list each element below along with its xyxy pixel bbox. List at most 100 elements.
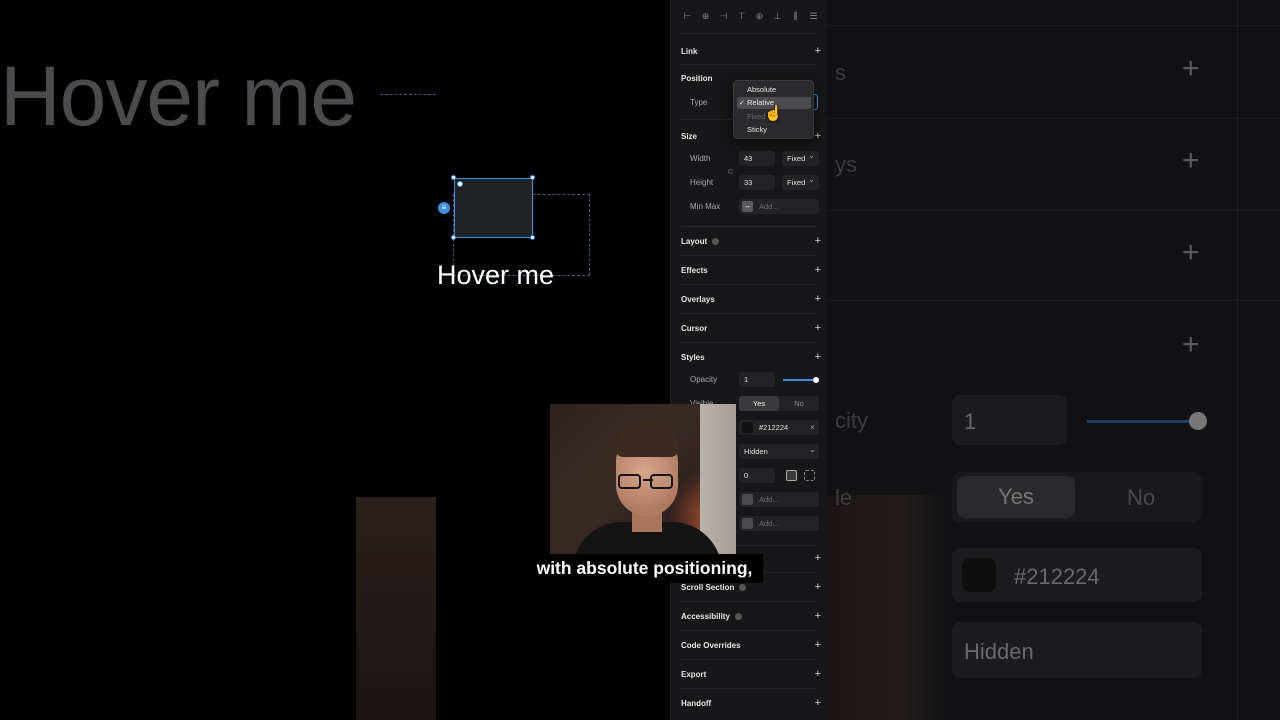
background-fragment: s xyxy=(835,60,846,85)
align-left-icon[interactable]: ⊢ xyxy=(681,10,694,23)
add-icon[interactable]: + xyxy=(815,235,821,247)
section-accessibility[interactable]: Accessibility + xyxy=(681,610,821,622)
align-right-icon[interactable]: ⊣ xyxy=(717,10,730,23)
add-icon[interactable]: + xyxy=(815,293,821,305)
glasses-bridge xyxy=(643,479,653,481)
width-mode-select[interactable]: Fixed xyxy=(782,148,819,166)
background-fill-swatch xyxy=(962,558,996,592)
section-handoff[interactable]: Handoff + xyxy=(681,697,821,709)
add-icon[interactable]: + xyxy=(815,45,821,57)
section-label: Accessibility xyxy=(681,611,730,621)
section-code-overrides[interactable]: Code Overrides + xyxy=(681,639,821,651)
type-label: Type xyxy=(690,98,708,107)
divider xyxy=(681,284,818,285)
background-opacity-box: 1 xyxy=(952,395,1067,445)
divider xyxy=(681,226,818,227)
section-label: Position xyxy=(681,74,713,83)
add-icon[interactable]: + xyxy=(815,264,821,276)
opacity-slider[interactable] xyxy=(783,379,816,381)
divider xyxy=(681,313,818,314)
section-label: Size xyxy=(681,131,698,141)
add-icon[interactable]: + xyxy=(815,668,821,680)
background-hover-text: Hover me xyxy=(0,49,357,143)
chevron-down-icon: ⌄ xyxy=(809,445,816,454)
minmax-label: Min Max xyxy=(690,202,721,211)
option-sticky[interactable]: Sticky xyxy=(747,125,767,134)
background-plus-icon: + xyxy=(1182,236,1200,269)
width-input[interactable]: 43 xyxy=(739,151,775,166)
background-row-line xyxy=(827,300,1280,301)
visible-no[interactable]: No xyxy=(779,396,819,411)
resize-handle[interactable] xyxy=(530,235,535,240)
add-icon[interactable]: + xyxy=(815,639,821,651)
section-label: Effects xyxy=(681,265,708,275)
height-input[interactable]: 33 xyxy=(739,175,775,190)
align-top-icon[interactable]: ⊤ xyxy=(735,10,748,23)
section-export[interactable]: Export + xyxy=(681,668,821,680)
radius-individual-icon[interactable] xyxy=(804,470,815,481)
background-slider-knob xyxy=(1189,412,1207,430)
resize-handle[interactable] xyxy=(451,175,456,180)
selected-element[interactable] xyxy=(454,178,533,238)
section-cursor[interactable]: Cursor + xyxy=(681,322,821,334)
clear-fill-icon[interactable]: × xyxy=(810,423,815,432)
section-layout[interactable]: Layout + xyxy=(681,235,821,247)
section-label: Overlays xyxy=(681,294,715,304)
add-icon[interactable]: + xyxy=(815,351,821,363)
add-icon[interactable]: + xyxy=(815,697,821,709)
height-mode-select[interactable]: Fixed xyxy=(782,172,819,190)
option-fixed[interactable]: Fixed xyxy=(747,112,765,121)
align-center-v-icon[interactable]: ⊕ xyxy=(753,10,766,23)
resize-handle[interactable] xyxy=(451,235,456,240)
hover-me-text[interactable]: Hover me xyxy=(437,260,554,291)
radius-handle[interactable] xyxy=(457,181,463,187)
opacity-slider-knob[interactable] xyxy=(813,377,819,383)
background-wall xyxy=(700,404,736,554)
stack-icon[interactable]: ≡ xyxy=(438,202,450,214)
glasses-icon xyxy=(618,474,641,489)
overflow-select[interactable]: Hidden xyxy=(739,444,819,459)
height-label: Height xyxy=(690,178,714,187)
align-center-h-icon[interactable]: ⊕ xyxy=(699,10,712,23)
distribute-h-icon[interactable]: ⫼ xyxy=(789,10,802,23)
background-panel-zoom: s + ys + + + city 1 le Yes No #212224 Hi… xyxy=(827,0,1280,720)
divider xyxy=(681,601,818,602)
radius-all-icon[interactable] xyxy=(786,470,797,481)
add-icon[interactable]: + xyxy=(815,322,821,334)
option-absolute[interactable]: Absolute xyxy=(747,85,776,94)
background-dashed-line xyxy=(380,94,436,95)
visible-toggle[interactable]: Yes No xyxy=(739,396,819,411)
width-label: Width xyxy=(690,154,711,163)
section-label: Handoff xyxy=(681,698,712,708)
opacity-input[interactable]: 1 xyxy=(739,372,775,387)
resize-handle[interactable] xyxy=(530,175,535,180)
add-icon[interactable]: + xyxy=(815,552,821,564)
background-row-line xyxy=(827,25,1280,26)
divider xyxy=(681,688,818,689)
design-canvas[interactable]: ≡ Hover me xyxy=(437,0,670,720)
section-overlays[interactable]: Overlays + xyxy=(681,293,821,305)
section-effects[interactable]: Effects + xyxy=(681,264,821,276)
section-link[interactable]: Link + xyxy=(681,45,821,57)
fill-swatch[interactable] xyxy=(742,422,753,433)
background-plus-icon: + xyxy=(1182,328,1200,361)
presenter-hair xyxy=(615,421,679,457)
section-label: Layout xyxy=(681,236,708,246)
add-icon[interactable]: + xyxy=(815,130,821,142)
info-icon xyxy=(734,612,742,620)
glasses-icon xyxy=(650,474,673,489)
visible-yes[interactable]: Yes xyxy=(739,396,779,411)
presenter-webcam xyxy=(550,404,736,554)
lock-ratio-icon[interactable]: ⊂ xyxy=(727,167,734,176)
align-bottom-icon[interactable]: ⊥ xyxy=(771,10,784,23)
add-icon[interactable]: + xyxy=(815,581,821,593)
distribute-v-icon[interactable]: ☰ xyxy=(807,10,820,23)
radius-input[interactable]: 0 xyxy=(739,468,775,483)
add-icon[interactable]: + xyxy=(815,610,821,622)
background-no: No xyxy=(1127,485,1156,510)
background-row-line xyxy=(827,118,1280,119)
check-icon: ✓ xyxy=(739,100,745,107)
divider xyxy=(681,64,818,65)
divider xyxy=(681,659,818,660)
section-label: Cursor xyxy=(681,323,708,333)
